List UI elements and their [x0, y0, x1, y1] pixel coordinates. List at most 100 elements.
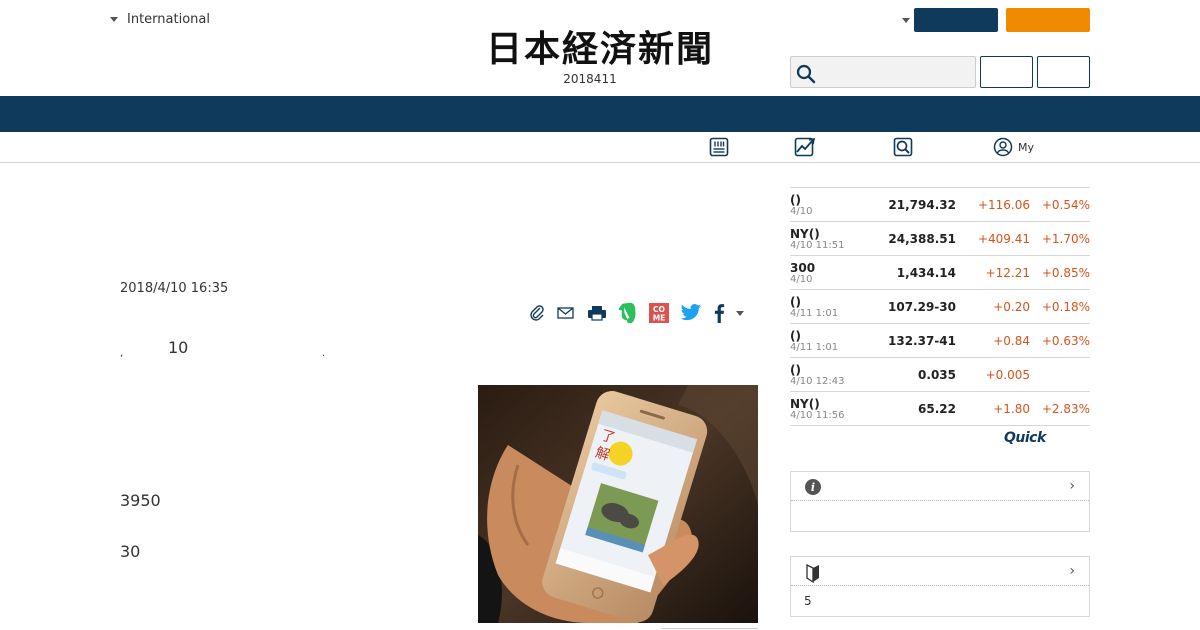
edition-date: 2018411: [563, 72, 617, 86]
share-toolbar: CO ME: [528, 302, 754, 324]
market-percent: +0.54%: [1041, 198, 1090, 212]
lead-punct-a: ,: [120, 348, 124, 359]
top-right-actions: [902, 8, 1090, 32]
login-button[interactable]: [980, 56, 1033, 88]
info-icon: i: [805, 479, 821, 495]
mail-icon[interactable]: [556, 304, 576, 322]
more-caret-icon[interactable]: [736, 310, 744, 316]
subnav-my-label: My: [1018, 140, 1035, 154]
signup-button[interactable]: [1037, 56, 1090, 88]
market-row[interactable]: 300 4/10 1,434.14 +12.21 +0.85%: [790, 256, 1090, 290]
user-icon: [993, 137, 1013, 157]
beginner-mark-icon: [806, 563, 819, 583]
article-timestamp: 2018/4/10 16:35: [120, 281, 229, 296]
article-body-number-2: 30: [120, 542, 141, 561]
main-nav-bar[interactable]: [0, 96, 1200, 132]
chevron-right-icon: ›: [1069, 563, 1075, 579]
market-name: NY(): [790, 397, 820, 411]
article-photo[interactable]: 了 解: [478, 385, 758, 623]
market-percent: +0.18%: [1041, 300, 1090, 314]
lead-number: 10: [168, 338, 189, 357]
market-value: 0.035: [918, 368, 956, 382]
subscribe-button[interactable]: [914, 8, 998, 32]
market-percent: +0.63%: [1041, 334, 1090, 348]
market-change: +0.20: [993, 300, 1030, 314]
newspaper-icon: [709, 137, 729, 157]
svg-text:ME: ME: [653, 314, 666, 323]
nikkei-logo[interactable]: 日本経済新聞: [452, 28, 748, 68]
market-row[interactable]: NY() 4/10 11:56 65.22 +1.80 +2.83%: [790, 392, 1090, 426]
beginner-box-body: 5: [791, 586, 1089, 616]
article-lead: , 10 .: [120, 338, 340, 359]
subnav-item-newspaper[interactable]: [709, 137, 729, 157]
search-input[interactable]: [821, 61, 971, 83]
market-value: 24,388.51: [888, 232, 956, 246]
market-name: (): [790, 363, 801, 377]
market-row[interactable]: () 4/10 21,794.32 +116.06 +0.54%: [790, 188, 1090, 222]
market-name: 300: [790, 261, 816, 275]
article-body-number-1: 3950: [120, 491, 161, 510]
sub-nav: My: [0, 132, 1200, 163]
market-name: NY(): [790, 227, 820, 241]
market-change: +0.005: [985, 368, 1030, 382]
quick-logo[interactable]: Quick: [1004, 430, 1046, 446]
market-time: 4/10 11:56: [790, 410, 845, 421]
market-percent: +0.85%: [1041, 266, 1090, 280]
market-table: () 4/10 21,794.32 +116.06 +0.54% NY() 4/10 11:…: [790, 187, 1090, 426]
market-name: (): [790, 193, 801, 207]
svg-text:i: i: [811, 481, 815, 494]
logo-text: 日本経済新聞: [486, 28, 714, 68]
info-box: i ›: [790, 471, 1090, 532]
market-time: 4/11 1:01: [790, 308, 839, 319]
chevron-right-icon: ›: [1069, 478, 1075, 494]
beginner-box-text: 5: [804, 594, 812, 608]
market-row[interactable]: NY() 4/10 11:51 24,388.51 +409.41 +1.70%: [790, 222, 1090, 256]
beginner-box-header[interactable]: ›: [791, 557, 1089, 586]
market-change: +12.21: [985, 266, 1030, 280]
search-report-icon: [893, 137, 913, 157]
info-box-header[interactable]: i ›: [791, 472, 1089, 501]
market-value: 65.22: [918, 402, 956, 416]
market-name: (): [790, 329, 801, 343]
twitter-icon[interactable]: [680, 303, 702, 323]
market-value: 107.29-30: [888, 300, 956, 314]
market-percent: +1.70%: [1041, 232, 1090, 246]
market-change: +116.06: [977, 198, 1030, 212]
region-selector[interactable]: International: [110, 12, 210, 27]
search-box[interactable]: [790, 56, 976, 88]
market-time: 4/10 11:51: [790, 240, 845, 251]
photo-caption-divider: [662, 628, 758, 629]
print-icon[interactable]: [586, 304, 608, 322]
beginner-box: › 5: [790, 556, 1090, 617]
caret-down-icon[interactable]: [902, 17, 910, 23]
come-icon[interactable]: CO ME: [648, 302, 670, 324]
market-time: 4/10 12:43: [790, 376, 845, 387]
market-time: 4/10: [790, 274, 813, 285]
subnav-item-market[interactable]: [794, 137, 816, 157]
market-change: +409.41: [977, 232, 1030, 246]
trial-button[interactable]: [1006, 8, 1090, 32]
market-value: 132.37-41: [888, 334, 956, 348]
search-icon: [796, 64, 816, 84]
market-row[interactable]: () 4/11 1:01 132.37-41 +0.84 +0.63%: [790, 324, 1090, 358]
market-change: +0.84: [993, 334, 1030, 348]
market-time: 4/11 1:01: [790, 342, 839, 353]
market-value: 21,794.32: [888, 198, 956, 212]
market-time: 4/10: [790, 206, 813, 217]
evernote-icon[interactable]: [618, 302, 638, 324]
market-value: 1,434.14: [896, 266, 956, 280]
market-row[interactable]: () 4/10 12:43 0.035 +0.005: [790, 358, 1090, 392]
region-label: International: [127, 12, 210, 27]
market-name: (): [790, 295, 801, 309]
caret-down-icon: [110, 17, 118, 22]
market-percent: +2.83%: [1041, 402, 1090, 416]
subnav-item-my[interactable]: My: [993, 137, 1034, 157]
lead-punct-b: .: [322, 348, 326, 359]
info-box-body: [791, 501, 1089, 531]
facebook-icon[interactable]: [712, 303, 726, 323]
chart-icon: [794, 137, 816, 157]
market-change: +1.80: [993, 402, 1030, 416]
subnav-item-search[interactable]: [893, 137, 913, 157]
clip-icon[interactable]: [528, 304, 546, 322]
market-row[interactable]: () 4/11 1:01 107.29-30 +0.20 +0.18%: [790, 290, 1090, 324]
